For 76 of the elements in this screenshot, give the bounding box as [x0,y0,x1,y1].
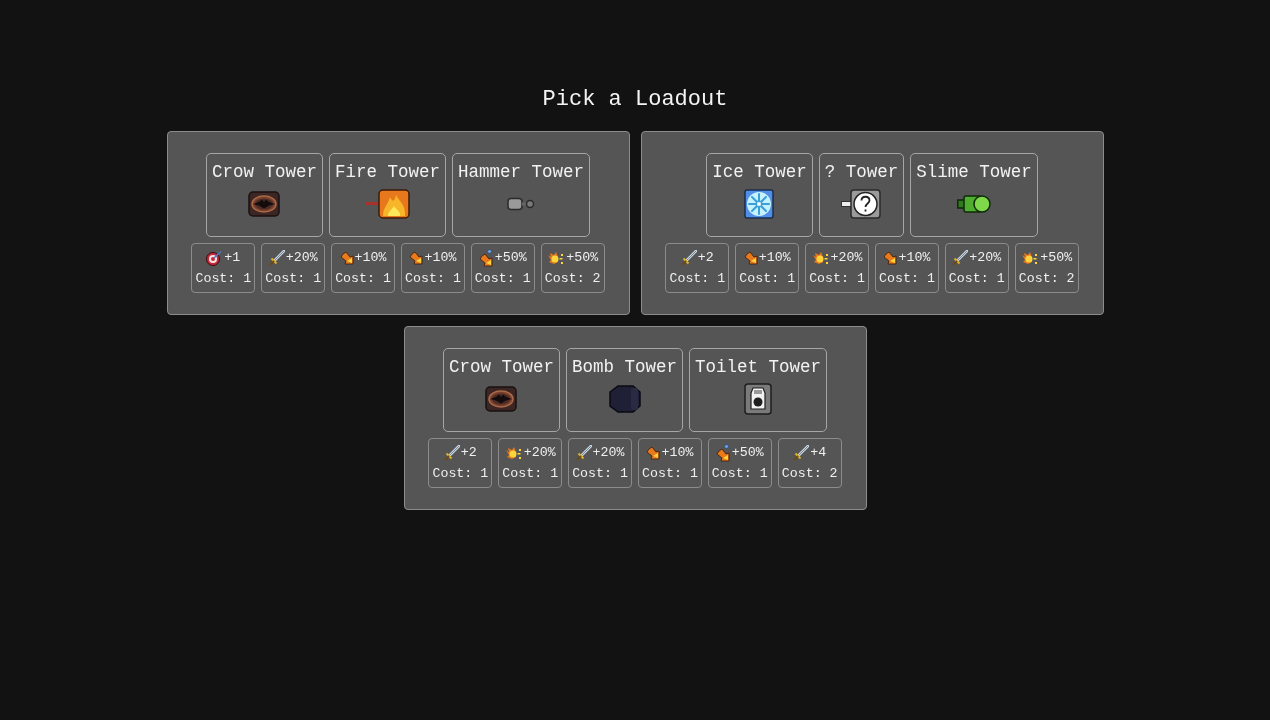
upgrade-bonus: +2 [697,250,714,266]
upgrade-cost: Cost: 1 [669,271,726,287]
upgrade-cost: Cost: 1 [405,271,461,287]
upgrade-bonus: +4 [810,445,827,461]
upgrade-cost: Cost: 1 [572,466,628,482]
loadout-panel[interactable]: Crow Tower Fire Tower Hammer Tower +1 Cost: 1 +20% Cost: 1 +10% Cost: 1 +10% Cost: 1 +50% Cost: 1 +50% Cost: 2 [166,131,630,315]
flame-arrow-icon [339,250,354,266]
upgrade-cost: Cost: 1 [711,466,768,482]
fireball-icon [1021,250,1040,266]
tower-name: Fire Tower [335,161,440,183]
loadout-panel[interactable]: Crow Tower Bomb Tower Toilet Tower +2 Cost: 1 +20% Cost: 1 +20% Cost: 1 +10% Cost: 1 +50% Cost: 1 +4 Cost: 2 [403,326,867,510]
upgrade-cost: Cost: 1 [432,466,489,482]
tower-name: Bomb Tower [572,356,677,378]
sword-icon [443,445,460,461]
upgrade-bonus: +50% [1040,250,1073,266]
flame-arrow-icon [883,250,898,266]
flame-arrow-icon [409,250,424,266]
upgrade-bonus: +50% [494,250,527,266]
upgrade-cost: Cost: 2 [544,271,601,287]
upgrade-cost: Cost: 1 [948,271,1005,287]
hammer-icon [507,197,536,211]
tower-name: Slime Tower [916,161,1032,183]
upgrade-bonus: +50% [566,250,599,266]
upgrade-cost: Cost: 2 [781,466,838,482]
upgrade-bonus: +10% [424,250,457,266]
upgrade-bonus: +20% [830,250,863,266]
tower-name: Toilet Tower [695,356,822,378]
upgrade-cost: Cost: 1 [879,271,935,287]
flame-icon [365,189,410,219]
snowflake-icon [744,189,775,219]
cannon-icon [957,194,991,214]
tower-name: Crow Tower [448,356,554,378]
sword-icon [575,445,592,461]
bat-emblem-icon [248,191,281,217]
upgrade-bonus: +20% [592,445,625,461]
upgrade-bonus: +1 [224,250,241,266]
upgrade-bonus: +10% [354,250,387,266]
target-icon [206,250,224,266]
upgrade-bonus: +10% [661,445,694,461]
sword-icon [952,250,969,266]
tower-name: Crow Tower [211,161,317,183]
upgrade-cost: Cost: 1 [739,271,796,287]
upgrade-bonus: +20% [969,250,1002,266]
question-mark-icon [841,189,882,219]
upgrade-cost: Cost: 2 [1018,271,1075,287]
upgrade-cost: Cost: 1 [335,271,391,287]
sword-icon [268,250,285,266]
upgrade-bonus: +10% [758,250,791,266]
upgrade-cost: Cost: 1 [474,271,531,287]
tower-name: Ice Tower [712,161,807,183]
upgrade-bonus: +2 [460,445,477,461]
sword-icon [793,445,810,461]
fireball-icon [547,250,566,266]
gem-arrow-icon [715,443,731,463]
loadout-panel[interactable]: Ice Tower ? Tower Slime Tower +2 Cost: 1 +10% Cost: 1 +20% Cost: 1 +10% Cost: 1 +20% Cost: 1 +50% Cost: 2 [640,131,1104,315]
bat-emblem-icon [485,386,518,412]
upgrade-bonus: +20% [523,445,556,461]
upgrade-cost: Cost: 1 [502,466,559,482]
page-title: Pick a Loadout [541,86,729,114]
flame-arrow-icon [646,445,661,461]
fireball-icon [504,445,523,461]
upgrade-bonus: +50% [731,445,764,461]
upgrade-bonus: +10% [898,250,931,266]
bomb-icon [608,385,641,413]
flame-arrow-icon [743,250,758,266]
toilet-icon [744,383,773,415]
tower-name: ? Tower [824,161,899,183]
gem-arrow-icon [478,248,494,268]
tower-name: Hammer Tower [458,161,585,183]
sword-icon [680,250,697,266]
fireball-icon [811,250,830,266]
upgrade-cost: Cost: 1 [809,271,865,287]
upgrade-cost: Cost: 1 [195,271,252,287]
upgrade-cost: Cost: 1 [265,271,322,287]
upgrade-bonus: +20% [285,250,318,266]
upgrade-cost: Cost: 1 [642,466,698,482]
